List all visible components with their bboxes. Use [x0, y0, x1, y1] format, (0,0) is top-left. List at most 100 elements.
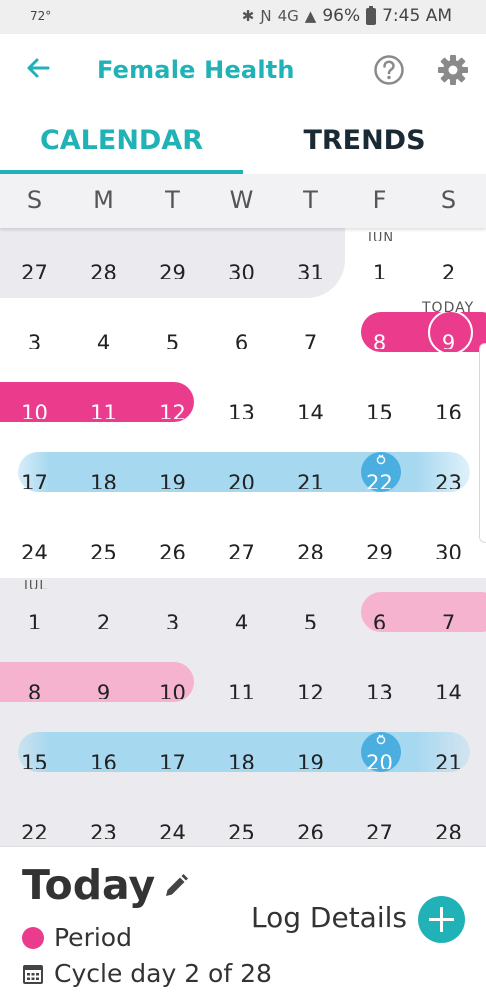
bluetooth-icon: ✱: [241, 7, 255, 25]
calendar-day[interactable]: 17: [0, 469, 69, 489]
calendar-day[interactable]: 31: [276, 259, 345, 279]
calendar-day[interactable]: 16: [69, 749, 138, 769]
tab-bar: CALENDAR TRENDS: [0, 106, 486, 174]
weekday-label: S: [440, 186, 457, 214]
tab-calendar[interactable]: CALENDAR: [0, 106, 243, 174]
calendar-day[interactable]: 24: [0, 539, 69, 559]
calendar-day[interactable]: 21: [276, 469, 345, 489]
calendar-day[interactable]: 30: [414, 539, 483, 559]
calendar-day[interactable]: 23: [69, 819, 138, 839]
period-legend: Period: [22, 923, 132, 952]
app-bar: Female Health: [0, 34, 486, 106]
status-bar: 72° ✱ Ɲ 4G ▲ 96% 7:45 AM: [0, 0, 486, 34]
calendar-grid: JUN JUL TODAY 27 28 29 30 31 1 2 3 4 5 6 7 8 9 10 11 12 1…: [0, 228, 486, 846]
calendar-day[interactable]: 10: [0, 399, 69, 419]
period-dot-icon: [22, 926, 44, 949]
calendar-day[interactable]: 4: [69, 329, 138, 349]
calendar-day[interactable]: 6: [345, 609, 414, 629]
calendar-day[interactable]: 8: [345, 329, 414, 349]
calendar-day[interactable]: 4: [207, 609, 276, 629]
weekday-label: T: [303, 186, 318, 214]
calendar-day[interactable]: 26: [138, 539, 207, 559]
calendar-day[interactable]: 19: [276, 749, 345, 769]
calendar-day[interactable]: 18: [69, 469, 138, 489]
calendar-day[interactable]: 25: [207, 819, 276, 839]
log-details-label[interactable]: Log Details: [251, 901, 407, 934]
calendar-day[interactable]: 27: [0, 259, 69, 279]
calendar-day[interactable]: 11: [69, 399, 138, 419]
scroll-indicator[interactable]: [479, 343, 486, 543]
calendar-day[interactable]: 1: [345, 259, 414, 279]
calendar-day[interactable]: 9: [414, 329, 483, 349]
calendar-day[interactable]: 3: [0, 329, 69, 349]
month-label: JUN: [368, 231, 395, 241]
period-legend-label: Period: [54, 923, 132, 952]
log-details-add-button[interactable]: [418, 896, 465, 943]
battery-percent: 96%: [322, 6, 361, 26]
clock: 7:45 AM: [382, 6, 452, 26]
calendar-day[interactable]: 3: [138, 609, 207, 629]
calendar-day[interactable]: 15: [0, 749, 69, 769]
today-label: TODAY: [422, 300, 475, 316]
page-title: Female Health: [97, 56, 295, 84]
calendar-day[interactable]: 20: [207, 469, 276, 489]
calendar-day[interactable]: 28: [69, 259, 138, 279]
calendar-day[interactable]: 20: [345, 749, 414, 769]
calendar-day[interactable]: 12: [138, 399, 207, 419]
calendar-day[interactable]: 12: [276, 679, 345, 699]
weekday-header: S M T W T F S: [0, 174, 486, 228]
calendar-day[interactable]: 9: [69, 679, 138, 699]
calendar-day[interactable]: 7: [276, 329, 345, 349]
calendar-day[interactable]: 2: [69, 609, 138, 629]
today-panel: Today Period Cycle day 2 of 28 Log Detai…: [0, 846, 486, 999]
help-icon[interactable]: [372, 53, 406, 87]
calendar-day[interactable]: 21: [414, 749, 483, 769]
calendar-day[interactable]: 26: [276, 819, 345, 839]
calendar-day[interactable]: 6: [207, 329, 276, 349]
back-arrow-icon[interactable]: [22, 52, 54, 84]
calendar-day[interactable]: 22: [0, 819, 69, 839]
calendar-day[interactable]: 1: [0, 609, 69, 629]
calendar-day[interactable]: 10: [138, 679, 207, 699]
calendar-day[interactable]: 27: [207, 539, 276, 559]
calendar-day[interactable]: 27: [345, 819, 414, 839]
calendar-day[interactable]: 18: [207, 749, 276, 769]
calendar-day[interactable]: 8: [0, 679, 69, 699]
edit-pencil-icon[interactable]: [163, 873, 189, 899]
nfc-icon: Ɲ: [260, 7, 272, 25]
calendar-day[interactable]: 13: [345, 679, 414, 699]
calendar-day[interactable]: 5: [276, 609, 345, 629]
ovulation-icon: [376, 454, 386, 465]
calendar-day[interactable]: 7: [414, 609, 483, 629]
calendar-day[interactable]: 5: [138, 329, 207, 349]
cycle-info: Cycle day 2 of 28: [22, 959, 272, 988]
calendar-day[interactable]: 30: [207, 259, 276, 279]
battery-icon: [366, 5, 377, 25]
cycle-day-text: Cycle day 2 of 28: [54, 959, 272, 988]
calendar-day[interactable]: 23: [414, 469, 483, 489]
calendar-day[interactable]: 25: [69, 539, 138, 559]
weekday-label: S: [26, 186, 43, 214]
calendar-day[interactable]: 2: [414, 259, 483, 279]
weekday-label: W: [229, 186, 254, 214]
calendar-day[interactable]: 11: [207, 679, 276, 699]
calendar-day[interactable]: 24: [138, 819, 207, 839]
calendar-day[interactable]: 15: [345, 399, 414, 419]
tab-trends[interactable]: TRENDS: [243, 106, 486, 174]
calendar-day[interactable]: 22: [345, 469, 414, 489]
calendar-day[interactable]: 28: [276, 539, 345, 559]
ovulation-icon: [376, 734, 386, 745]
calendar-day[interactable]: 19: [138, 469, 207, 489]
calendar-day[interactable]: 13: [207, 399, 276, 419]
weekday-label: T: [165, 186, 180, 214]
calendar-day[interactable]: 28: [414, 819, 483, 839]
calendar-day[interactable]: 17: [138, 749, 207, 769]
calendar-day[interactable]: 16: [414, 399, 483, 419]
signal-icon: ▲: [304, 7, 317, 25]
network-type-icon: 4G: [277, 7, 299, 25]
settings-gear-icon[interactable]: [436, 53, 470, 87]
calendar-day[interactable]: 29: [345, 539, 414, 559]
calendar-day[interactable]: 29: [138, 259, 207, 279]
calendar-day[interactable]: 14: [276, 399, 345, 419]
calendar-day[interactable]: 14: [414, 679, 483, 699]
